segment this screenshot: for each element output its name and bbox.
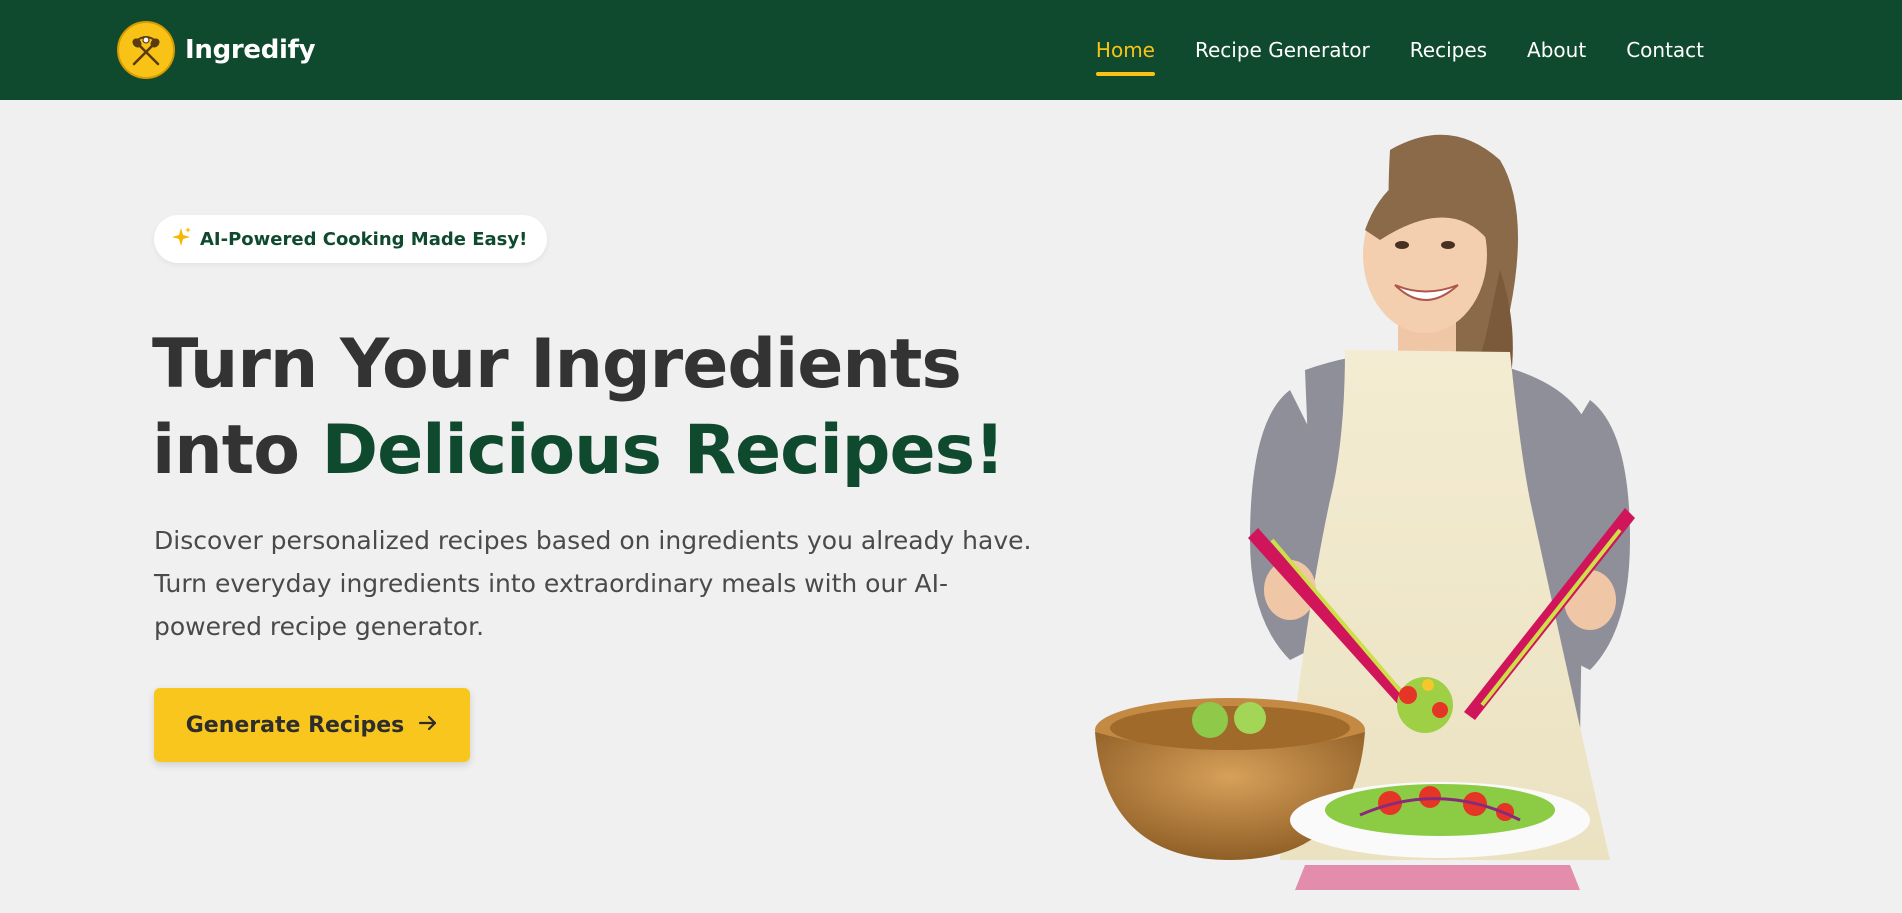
ai-badge: AI-Powered Cooking Made Easy!	[154, 215, 548, 263]
arrow-right-icon	[418, 713, 438, 737]
badge-text: AI-Powered Cooking Made Easy!	[200, 228, 528, 250]
nav-item-about[interactable]: About	[1527, 38, 1586, 62]
headline-line-1: Turn Your Ingredients	[152, 325, 962, 404]
hero-headline: Turn Your Ingredients into Delicious Rec…	[152, 322, 1032, 494]
cooking-utensils-logo-icon	[117, 21, 175, 79]
brand-name: Ingredify	[185, 35, 316, 65]
main-nav: Home Recipe Generator Recipes About Cont…	[1095, 0, 1704, 100]
navbar: Ingredify Home Recipe Generator Recipes …	[0, 0, 1902, 100]
nav-item-recipes[interactable]: Recipes	[1410, 38, 1487, 62]
nav-item-contact[interactable]: Contact	[1626, 38, 1704, 62]
nav-item-recipe-generator[interactable]: Recipe Generator	[1195, 38, 1370, 62]
woman-tossing-salad-image	[1090, 120, 1650, 909]
sparkle-icon	[172, 226, 192, 252]
generate-recipes-button[interactable]: Generate Recipes	[154, 688, 470, 762]
headline-accent: Delicious Recipes!	[321, 411, 1005, 490]
cta-label: Generate Recipes	[185, 712, 405, 738]
hero-description: Discover personalized recipes based on i…	[154, 526, 1032, 641]
brand[interactable]: Ingredify	[117, 21, 316, 79]
nav-item-home[interactable]: Home	[1095, 38, 1156, 76]
headline-line-2-prefix: into	[152, 411, 322, 490]
